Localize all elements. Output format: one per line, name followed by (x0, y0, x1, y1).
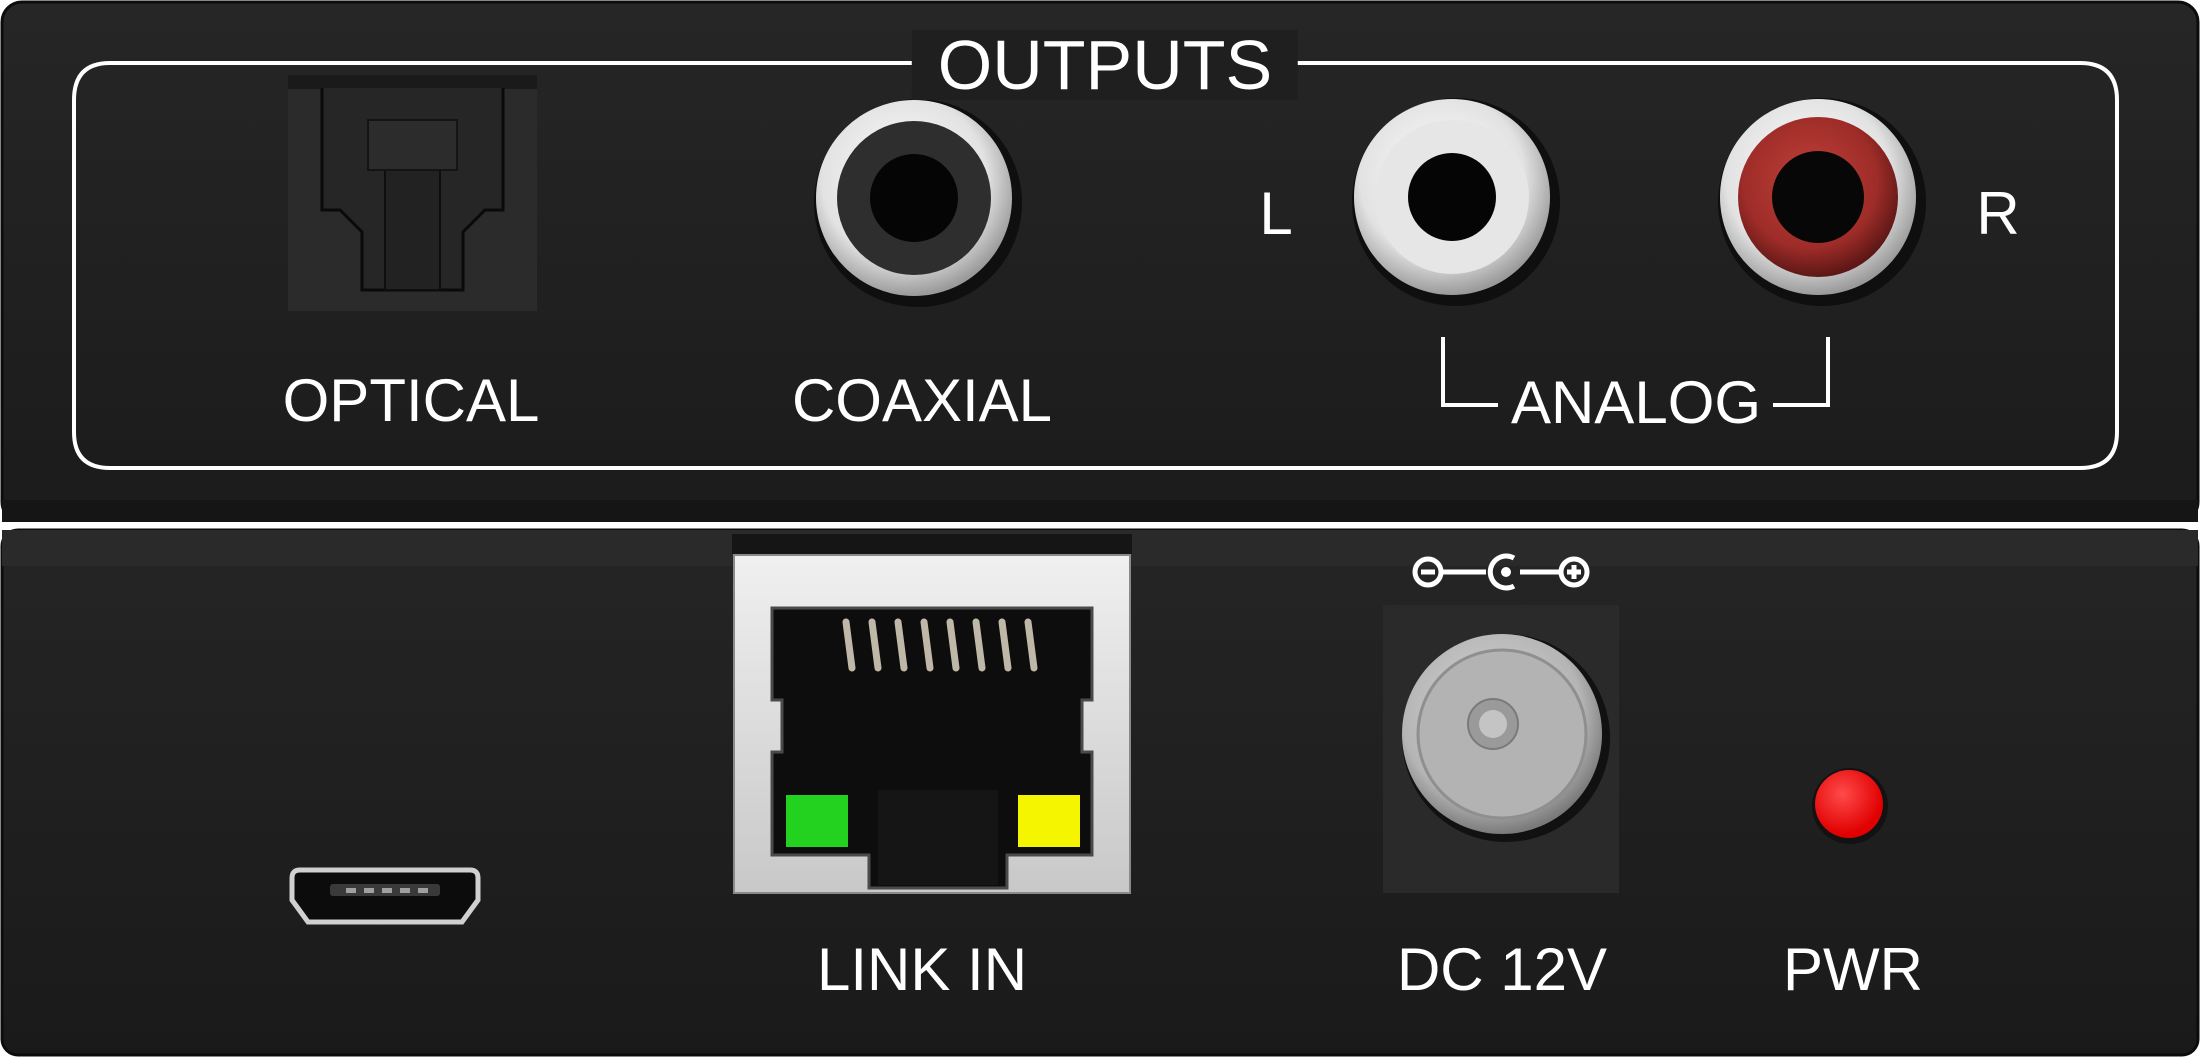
link-in-port[interactable] (732, 534, 1132, 894)
dc-12v-jack[interactable] (1383, 605, 1619, 893)
optical-port[interactable] (288, 75, 537, 311)
analog-label: ANALOG (1510, 369, 1762, 436)
link-led-green (786, 795, 848, 847)
analog-right-port[interactable] (1718, 98, 1926, 306)
analog-right-label: R (1976, 180, 2020, 247)
pwr-led (1812, 768, 1888, 844)
link-in-label: LINK IN (816, 936, 1028, 1003)
micro-usb-port[interactable] (289, 867, 481, 925)
pwr-label: PWR (1783, 936, 1923, 1003)
analog-left-port[interactable] (1352, 98, 1560, 306)
coaxial-label: COAXIAL (791, 367, 1053, 434)
analog-left-label: L (1259, 180, 1293, 247)
optical-label: OPTICAL (282, 367, 540, 434)
outputs-title: OUTPUTS (911, 30, 1299, 100)
coaxial-port[interactable] (814, 99, 1022, 307)
device-rear-panels (0, 0, 2200, 1057)
link-led-yellow (1018, 795, 1080, 847)
dc-12v-label: DC 12V (1396, 936, 1608, 1003)
